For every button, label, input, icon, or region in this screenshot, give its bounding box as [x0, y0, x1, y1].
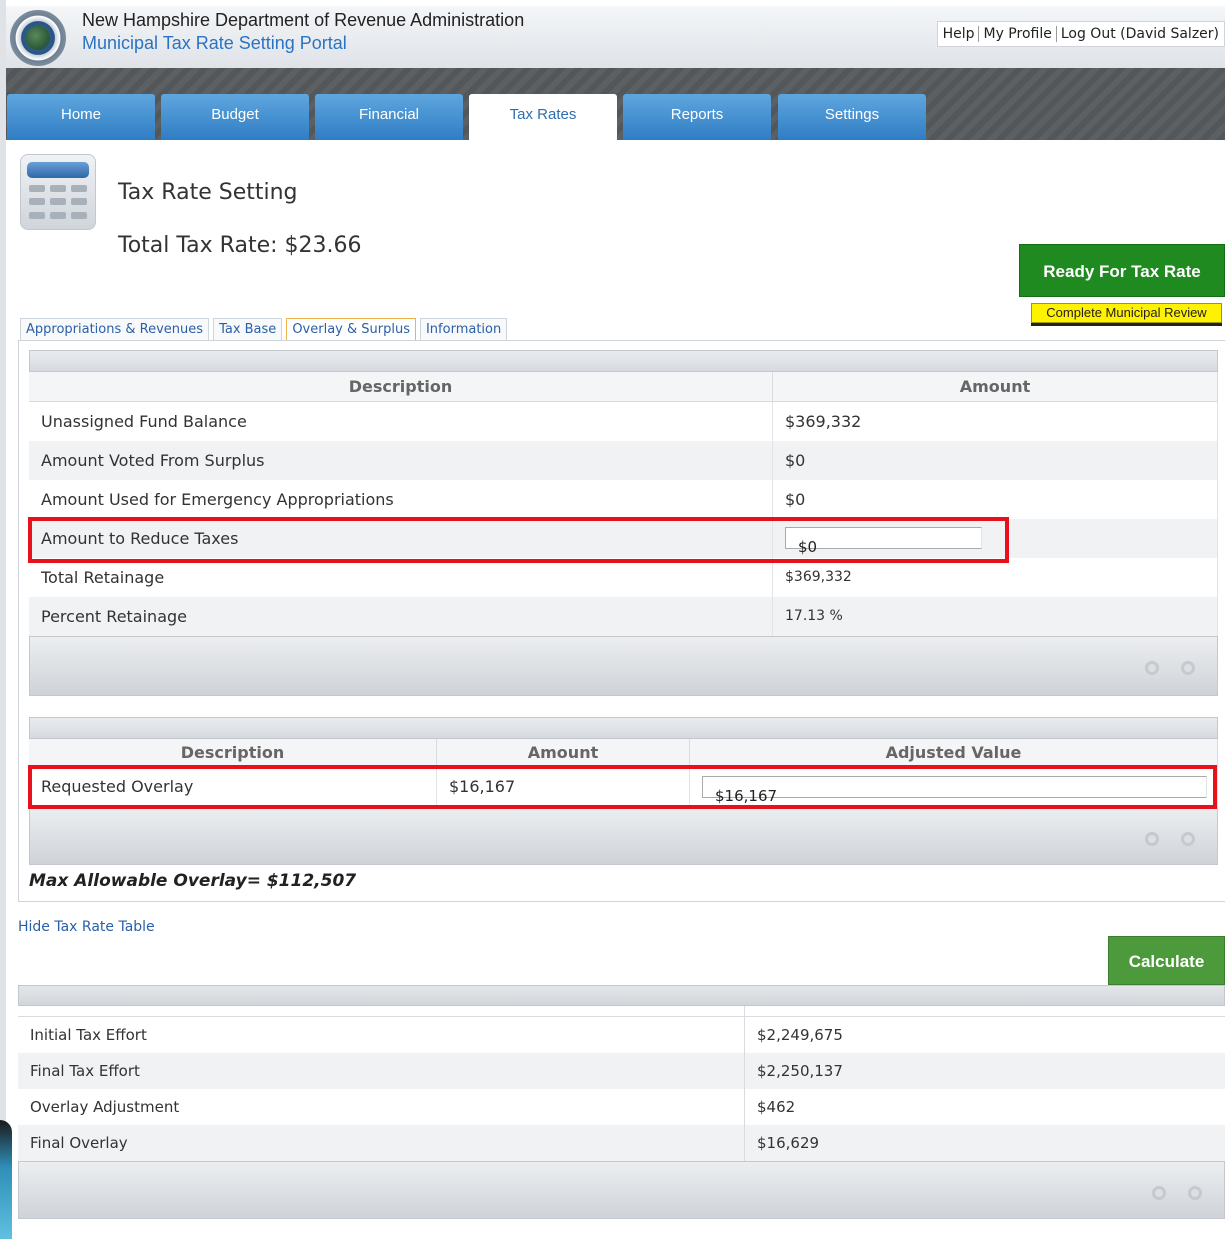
main-nav: Home Budget Financial Tax Rates Reports … [6, 68, 1225, 140]
grid-header [18, 1006, 1225, 1017]
row-value: $2,249,675 [757, 1026, 843, 1044]
next-page-icon[interactable] [1181, 661, 1195, 675]
column-header-description[interactable]: Description [29, 739, 437, 766]
prev-page-icon[interactable] [1152, 1186, 1166, 1200]
page-title: Tax Rate Setting [118, 180, 298, 205]
pager [1145, 661, 1195, 675]
row-amount: 17.13 % [773, 597, 1218, 636]
portal-title: Municipal Tax Rate Setting Portal [82, 33, 347, 53]
prev-page-icon[interactable] [1145, 832, 1159, 846]
row-description: Percent Retainage [29, 597, 773, 636]
max-allowable-overlay: Max Allowable Overlay= $112,507 [29, 871, 357, 891]
row-description: Amount Voted From Surplus [29, 441, 773, 480]
subtab-overlay-surplus[interactable]: Overlay & Surplus [286, 318, 416, 340]
table-row: Overlay Adjustment $462 [18, 1089, 1225, 1125]
grid-toolbar [29, 717, 1218, 739]
help-link[interactable]: Help [943, 26, 975, 42]
divider [1055, 26, 1057, 42]
subtab-information[interactable]: Information [419, 318, 508, 340]
tab-settings[interactable]: Settings [778, 94, 926, 140]
grid-toolbar [18, 985, 1225, 1006]
column-header-amount[interactable]: Amount [773, 372, 1218, 401]
row-label: Final Overlay [18, 1125, 745, 1161]
row-label: Overlay Adjustment [18, 1089, 745, 1125]
table-row: Unassigned Fund Balance $369,332 [29, 402, 1218, 441]
grid-footer [29, 807, 1218, 865]
row-value: $2,250,137 [757, 1062, 843, 1080]
left-decorative-strip [0, 0, 6, 1239]
row-description: Total Retainage [29, 558, 773, 597]
table-row: Initial Tax Effort $2,249,675 [18, 1017, 1225, 1053]
table-row: Percent Retainage 17.13 % [29, 597, 1218, 636]
complete-municipal-review-button[interactable]: Complete Municipal Review [1031, 303, 1222, 323]
row-label: Final Tax Effort [18, 1053, 745, 1089]
tab-financial[interactable]: Financial [315, 94, 463, 140]
column-header-description[interactable]: Description [29, 372, 773, 401]
logout-link[interactable]: Log Out (David Salzer) [1061, 26, 1219, 42]
row-amount: $0 [773, 480, 1218, 519]
divider [978, 26, 980, 42]
pager [1145, 832, 1195, 846]
grid-header: Description Amount Adjusted Value [29, 739, 1218, 767]
table-row: Amount Used for Emergency Appropriations… [29, 480, 1218, 519]
calculator-icon [20, 154, 96, 230]
prev-page-icon[interactable] [1145, 661, 1159, 675]
column-header-amount[interactable]: Amount [437, 739, 690, 766]
subtab-tax-base[interactable]: Tax Base [213, 318, 283, 340]
next-page-icon[interactable] [1181, 832, 1195, 846]
grid-footer [18, 1161, 1225, 1219]
subtab-bar: Appropriations & Revenues Tax Base Overl… [20, 318, 511, 340]
row-description: Amount Used for Emergency Appropriations [29, 480, 773, 519]
tab-tax-rates[interactable]: Tax Rates [469, 94, 617, 140]
row-description: Unassigned Fund Balance [29, 402, 773, 441]
highlight-box [28, 765, 1217, 809]
table-row: Final Overlay $16,629 [18, 1125, 1225, 1161]
hide-tax-rate-table-link[interactable]: Hide Tax Rate Table [18, 919, 155, 935]
table-row: Total Retainage $369,332 [29, 558, 1218, 597]
row-amount: $369,332 [773, 402, 1218, 441]
site-header: New Hampshire Department of Revenue Admi… [6, 6, 1225, 68]
tab-home[interactable]: Home [7, 94, 155, 140]
grid-footer [29, 636, 1218, 696]
tax-rate-summary-table: Initial Tax Effort $2,249,675 Final Tax … [18, 985, 1225, 1219]
next-page-icon[interactable] [1188, 1186, 1202, 1200]
my-profile-link[interactable]: My Profile [983, 26, 1051, 42]
table-row: Final Tax Effort $2,250,137 [18, 1053, 1225, 1089]
highlight-box [28, 517, 1009, 563]
table-row: Amount Voted From Surplus $0 [29, 441, 1218, 480]
user-links: Help My Profile Log Out (David Salzer) [936, 21, 1225, 47]
org-title: New Hampshire Department of Revenue Admi… [82, 10, 525, 30]
grid-toolbar [29, 350, 1218, 372]
status-badge: Ready For Tax Rate [1019, 244, 1225, 297]
row-amount: $0 [773, 441, 1218, 480]
column-header-adjusted-value[interactable]: Adjusted Value [690, 739, 1218, 766]
grid-header: Description Amount [29, 372, 1218, 402]
total-tax-rate: Total Tax Rate: $23.66 [118, 233, 362, 258]
calculate-button[interactable]: Calculate [1108, 936, 1225, 985]
pager [1152, 1186, 1202, 1200]
subtab-appropriations-revenues[interactable]: Appropriations & Revenues [20, 318, 210, 340]
state-seal-logo [10, 10, 66, 66]
row-value: $16,629 [757, 1134, 820, 1152]
tab-reports[interactable]: Reports [623, 94, 771, 140]
row-value: $462 [757, 1098, 796, 1116]
decorative-swoosh [0, 1120, 12, 1239]
row-label: Initial Tax Effort [18, 1017, 745, 1053]
row-amount: $369,332 [773, 558, 1218, 597]
tab-budget[interactable]: Budget [161, 94, 309, 140]
